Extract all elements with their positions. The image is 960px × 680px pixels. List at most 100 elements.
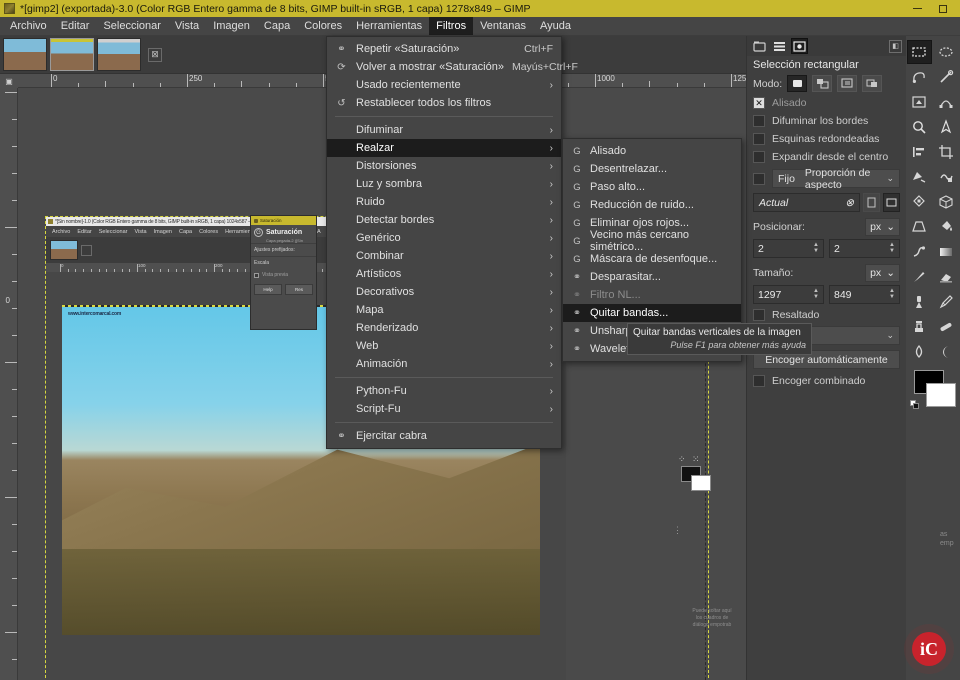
tool-warp[interactable]: [934, 165, 959, 189]
filters-menu-item-repetir-saturaci-n[interactable]: ⚭Repetir «Saturación»Ctrl+F: [327, 40, 561, 58]
menubar-item-imagen[interactable]: Imagen: [206, 17, 257, 35]
fixed-aspect-combo[interactable]: Fijo Proporción de aspecto ⌄: [772, 169, 900, 188]
tool-align[interactable]: [907, 140, 932, 164]
tab-tool-preset[interactable]: [791, 38, 808, 54]
enhance-item-m-scara-de-desenfoque[interactable]: GMáscara de desenfoque...: [563, 250, 741, 268]
checkbox-highlight[interactable]: Resaltado: [747, 306, 906, 324]
menubar-item-vista[interactable]: Vista: [168, 17, 206, 35]
tool-rect-select[interactable]: [907, 40, 932, 64]
menubar-item-archivo[interactable]: Archivo: [3, 17, 54, 35]
enhance-item-vecino-m-s-cercano-sim-trico[interactable]: GVecino más cercano simétrico...: [563, 232, 741, 250]
clear-icon[interactable]: ⊗: [845, 197, 854, 209]
menubar-item-seleccionar[interactable]: Seleccionar: [96, 17, 167, 35]
spinner-arrows-icon[interactable]: ▲▼: [889, 289, 895, 300]
filters-menu-item-ruido[interactable]: Ruido›: [327, 193, 561, 211]
tool-zoom[interactable]: [907, 115, 932, 139]
mode-add-button[interactable]: [812, 75, 832, 92]
vertical-ruler[interactable]: 0: [0, 88, 18, 680]
tool-measure[interactable]: [934, 115, 959, 139]
tool-paths[interactable]: [934, 90, 959, 114]
shrink-merged-checkbox[interactable]: [753, 375, 765, 387]
checkbox-expand-from-center[interactable]: Expandir desde el centro: [747, 148, 906, 166]
size-height-input[interactable]: 849 ▲▼: [829, 285, 900, 304]
menubar-item-filtros[interactable]: Filtros: [429, 17, 473, 35]
filters-menu-item-mapa[interactable]: Mapa›: [327, 301, 561, 319]
filters-menu-item-combinar[interactable]: Combinar›: [327, 247, 561, 265]
filters-menu-item-realzar[interactable]: Realzar›: [327, 139, 561, 157]
image-tab-1[interactable]: [3, 38, 47, 71]
close-tab-button[interactable]: ⊠: [148, 48, 162, 62]
enhance-item-quitar-bandas[interactable]: ⚭Quitar bandas...: [563, 304, 741, 322]
filters-menu-item-volver-a-mostrar-saturaci-n[interactable]: ⟳Volver a mostrar «Saturación»Mayús+Ctrl…: [327, 58, 561, 76]
default-colors-icon[interactable]: [910, 400, 920, 410]
tool-3d-transform[interactable]: [934, 190, 959, 214]
tool-eraser[interactable]: [934, 265, 959, 289]
rounded-corners-checkbox[interactable]: [753, 133, 765, 145]
tool-gradient[interactable]: [934, 240, 959, 264]
spinner-arrows-icon[interactable]: ▲▼: [889, 243, 895, 254]
mode-replace-button[interactable]: [787, 75, 807, 92]
menubar-item-colores[interactable]: Colores: [297, 17, 349, 35]
checkbox-feather-edges[interactable]: Difuminar los bordes: [747, 112, 906, 130]
size-width-input[interactable]: 1297 ▲▼: [753, 285, 824, 304]
image-tab-2[interactable]: [50, 38, 94, 71]
filters-menu-item-python-fu[interactable]: Python-Fu›: [327, 382, 561, 400]
mode-intersect-button[interactable]: [862, 75, 882, 92]
feather-edges-checkbox[interactable]: [753, 115, 765, 127]
position-x-input[interactable]: 2 ▲▼: [753, 239, 824, 258]
enhance-item-desentrelazar[interactable]: GDesentrelazar...: [563, 160, 741, 178]
portrait-orientation-button[interactable]: [863, 193, 880, 212]
filters-menu-item-usado-recientemente[interactable]: Usado recientemente›: [327, 76, 561, 94]
position-y-input[interactable]: 2 ▲▼: [829, 239, 900, 258]
tool-perspective[interactable]: [907, 215, 932, 239]
tool-smudge[interactable]: [907, 240, 932, 264]
background-color-swatch[interactable]: [926, 383, 956, 407]
highlight-checkbox[interactable]: [753, 309, 765, 321]
menubar-item-herramientas[interactable]: Herramientas: [349, 17, 429, 35]
tool-free-select[interactable]: [907, 65, 932, 89]
checkbox-rounded-corners[interactable]: Esquinas redondeadas: [747, 130, 906, 148]
filters-menu-item-detectar-bordes[interactable]: Detectar bordes›: [327, 211, 561, 229]
enhance-item-alisado[interactable]: GAlisado: [563, 142, 741, 160]
filters-menu-item-gen-rico[interactable]: Genérico›: [327, 229, 561, 247]
tool-unified-transform[interactable]: [907, 190, 932, 214]
spinner-arrows-icon[interactable]: ▲▼: [813, 289, 819, 300]
maximize-restore-button[interactable]: [930, 0, 956, 17]
menubar-item-capa[interactable]: Capa: [257, 17, 297, 35]
filters-menu-item-ejercitar-cabra[interactable]: ⚭Ejercitar cabra: [327, 427, 561, 445]
fixed-checkbox[interactable]: [753, 173, 765, 185]
tab-device-status[interactable]: [771, 38, 788, 54]
filters-menu-item-web[interactable]: Web›: [327, 337, 561, 355]
tool-clone[interactable]: [907, 315, 932, 339]
tab-tool-options[interactable]: [751, 38, 768, 54]
checkbox-antialias[interactable]: ✕ Alisado: [747, 94, 906, 112]
tool-foreground-select[interactable]: [907, 90, 932, 114]
tool-ink[interactable]: [934, 290, 959, 314]
enhance-item-reducci-n-de-ruido[interactable]: GReducción de ruido...: [563, 196, 741, 214]
tool-paintbrush[interactable]: [907, 265, 932, 289]
dock-menu-button[interactable]: ◧: [889, 40, 902, 53]
menubar-item-ventanas[interactable]: Ventanas: [473, 17, 533, 35]
tool-bucket-fill[interactable]: [934, 215, 959, 239]
menubar-item-editar[interactable]: Editar: [54, 17, 97, 35]
tool-fuzzy-select[interactable]: [934, 65, 959, 89]
filters-menu-item-art-sticos[interactable]: Artísticos›: [327, 265, 561, 283]
checkbox-shrink-merged[interactable]: Encoger combinado: [747, 372, 906, 390]
filters-menu-item-animaci-n[interactable]: Animación›: [327, 355, 561, 373]
filters-menu-item-restablecer-todos-los-filtros[interactable]: ↺Restablecer todos los filtros: [327, 94, 561, 112]
filters-menu-item-luz-y-sombra[interactable]: Luz y sombra›: [327, 175, 561, 193]
landscape-orientation-button[interactable]: [883, 193, 900, 212]
spinner-arrows-icon[interactable]: ▲▼: [813, 243, 819, 254]
tool-ellipse-select[interactable]: [934, 40, 959, 64]
antialias-checkbox[interactable]: ✕: [753, 97, 765, 109]
menubar-item-ayuda[interactable]: Ayuda: [533, 17, 578, 35]
filters-menu-item-difuminar[interactable]: Difuminar›: [327, 121, 561, 139]
tool-heal[interactable]: [934, 315, 959, 339]
tool-transform[interactable]: [907, 165, 932, 189]
color-swatches[interactable]: [910, 370, 956, 410]
tool-crop[interactable]: [934, 140, 959, 164]
ruler-origin-button[interactable]: ▣: [0, 74, 18, 88]
filters-menu-item-decorativos[interactable]: Decorativos›: [327, 283, 561, 301]
tool-dodge-burn[interactable]: [934, 340, 959, 364]
tool-blur[interactable]: [907, 340, 932, 364]
